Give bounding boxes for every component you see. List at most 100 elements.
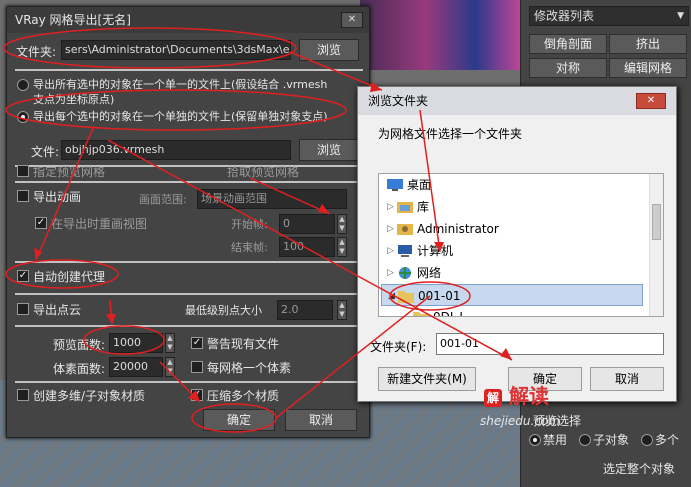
specify-preview-mesh-label: 指定预览网格	[33, 165, 106, 179]
export-animation-checkbox[interactable]	[17, 190, 29, 202]
divider	[15, 261, 363, 263]
tree-item-label: 计算机	[417, 244, 454, 258]
frame-range-label: 画面范围:	[139, 193, 187, 206]
divider	[15, 381, 363, 383]
create-multi-sub-material-label: 创建多维/子对象材质	[33, 389, 146, 403]
start-frame-label: 开始帧:	[231, 218, 268, 231]
auto-create-proxy-checkbox[interactable]: ✓	[17, 270, 29, 282]
one-voxel-per-mesh-label: 每网格一个体素	[207, 361, 292, 375]
cancel-button[interactable]: 取消	[285, 409, 357, 431]
watermark-url: shejiedu.com	[480, 414, 560, 428]
user-folder-icon	[397, 224, 413, 235]
tree-item-network[interactable]: ▷ 网络	[379, 262, 649, 284]
radio-subobject[interactable]	[579, 434, 591, 446]
frame-range-dropdown[interactable]: 场景动画范围	[197, 189, 347, 209]
tree-item-label: 桌面	[407, 178, 432, 192]
scrollbar-thumb[interactable]	[652, 204, 661, 240]
export-animation-label: 导出动画	[33, 190, 82, 204]
voxel-faces-input[interactable]: 20000	[109, 357, 163, 377]
radio-disable[interactable]	[529, 434, 541, 446]
browse-folder-dialog: 浏览文件夹 ✕ 为网格文件选择一个文件夹 桌面 ▷ 库 ▷ Administra…	[357, 86, 677, 402]
extrude-button[interactable]: 挤出	[609, 34, 687, 54]
browse-file-button[interactable]: 浏览	[299, 139, 359, 161]
radio-disable-label: 禁用	[543, 433, 568, 447]
modifier-list-label: 修改器列表	[534, 9, 595, 23]
start-frame-spinner[interactable]: ▲ ▼	[337, 214, 347, 234]
preview-faces-label: 预览面数:	[53, 338, 106, 352]
chevron-right-icon[interactable]: ▷	[387, 196, 394, 218]
preview-faces-spinner[interactable]: ▲ ▼	[165, 333, 175, 353]
voxel-faces-spinner[interactable]: ▲ ▼	[165, 357, 175, 377]
export-separate-files-radio[interactable]	[17, 111, 29, 123]
browse-cancel-button[interactable]: 取消	[590, 367, 664, 391]
modifier-list-dropdown[interactable]: 修改器列表 ▼	[529, 6, 689, 26]
tree-item-label: Administrator	[417, 222, 499, 236]
vray-dialog-title: VRay 网格导出[无名]	[15, 13, 131, 27]
bevel-profile-button[interactable]: 倒角剖面	[529, 34, 607, 54]
redraw-viewport-checkbox[interactable]: ✓	[35, 217, 47, 229]
chevron-down-icon[interactable]: ◢	[388, 285, 395, 307]
export-point-cloud-label: 导出点云	[33, 303, 82, 317]
preview-faces-input[interactable]: 1000	[109, 333, 163, 353]
vray-dialog-titlebar[interactable]: VRay 网格导出[无名]	[7, 7, 369, 33]
chevron-right-icon[interactable]: ▷	[387, 262, 394, 284]
compress-materials-label: 压缩多个材质	[207, 389, 280, 403]
scene-geometry	[360, 0, 525, 70]
symmetry-button[interactable]: 对称	[529, 58, 607, 78]
start-frame-input[interactable]: 0	[279, 214, 335, 234]
file-label: 文件:	[31, 145, 60, 159]
export-single-file-label: 导出所有选中的对象在一个单一的文件上(假设结合 .vrmesh	[33, 78, 328, 91]
folder-name-input[interactable]: 001-01	[436, 333, 664, 355]
browse-instruction: 为网格文件选择一个文件夹	[378, 127, 523, 141]
chevron-right-icon[interactable]: ▷	[387, 218, 394, 240]
tree-item-label: 001-01	[418, 289, 461, 303]
export-separate-files-label: 导出每个选中的对象在一个单独的文件上(保留单独对象支点)	[33, 110, 328, 123]
redraw-viewport-label: 在导出时重画视图	[51, 217, 148, 231]
warn-existing-label: 警告现有文件	[207, 337, 280, 351]
watermark-logo-icon: 解	[484, 388, 502, 407]
export-single-file-radio[interactable]	[17, 79, 29, 91]
export-point-cloud-checkbox[interactable]	[17, 303, 29, 315]
browse-dialog-titlebar[interactable]: 浏览文件夹	[358, 87, 676, 115]
tree-item-computer[interactable]: ▷ 计算机	[379, 240, 649, 262]
divider	[15, 181, 363, 183]
compress-materials-checkbox[interactable]: ✓	[191, 389, 203, 401]
tree-item-desktop[interactable]: 桌面	[379, 174, 649, 196]
library-icon	[397, 202, 413, 213]
select-whole-object-label: 选定整个对象	[603, 462, 676, 476]
tree-item-selected-folder[interactable]: ◢ 001-01	[381, 284, 643, 306]
end-frame-spinner[interactable]: ▲ ▼	[337, 237, 347, 257]
chevron-right-icon[interactable]: ▷	[387, 240, 394, 262]
warn-existing-checkbox[interactable]: ✓	[191, 337, 203, 349]
browse-folder-button[interactable]: 浏览	[299, 39, 359, 61]
min-level-input[interactable]: 2.0	[277, 300, 333, 320]
close-icon[interactable]: ✕	[636, 93, 666, 109]
pick-preview-mesh-button[interactable]: 拾取预览网格	[227, 163, 299, 180]
ok-button[interactable]: 确定	[203, 409, 275, 431]
specify-preview-mesh-checkbox[interactable]	[17, 165, 29, 177]
desktop-icon	[387, 179, 403, 191]
min-level-spinner[interactable]: ▲ ▼	[337, 300, 347, 320]
end-frame-input[interactable]: 100	[279, 237, 335, 257]
export-single-file-label-2: 支点为坐标原点)	[33, 93, 115, 106]
folder-tree[interactable]: 桌面 ▷ 库 ▷ Administrator ▷ 计算机 ▷ 网络 ◢ 001-…	[378, 173, 664, 317]
folder-icon	[398, 291, 414, 303]
divider	[15, 325, 363, 327]
file-name-input[interactable]: objhjp036.vrmesh	[61, 140, 291, 160]
edit-mesh-button[interactable]: 编辑网格	[609, 58, 687, 78]
folder-name-label: 文件夹(F):	[370, 340, 427, 354]
folder-icon	[413, 312, 429, 316]
tree-item-subfolder[interactable]: 0DI_L	[379, 306, 649, 316]
radio-multiple[interactable]	[641, 434, 653, 446]
tree-item-administrator[interactable]: ▷ Administrator	[379, 218, 649, 240]
vray-mesh-export-dialog: VRay 网格导出[无名] ✕ 文件夹: sers\Administrator\…	[6, 6, 370, 438]
new-folder-button[interactable]: 新建文件夹(M)	[378, 367, 476, 391]
tree-item-label: 库	[417, 200, 430, 214]
folder-label: 文件夹:	[16, 45, 57, 59]
create-multi-sub-material-checkbox[interactable]	[17, 389, 29, 401]
tree-item-library[interactable]: ▷ 库	[379, 196, 649, 218]
one-voxel-per-mesh-checkbox[interactable]	[191, 361, 203, 373]
tree-scrollbar[interactable]	[649, 174, 663, 316]
close-icon[interactable]: ✕	[341, 12, 363, 28]
folder-path-input[interactable]: sers\Administrator\Documents\3dsMax\expo…	[61, 40, 291, 60]
